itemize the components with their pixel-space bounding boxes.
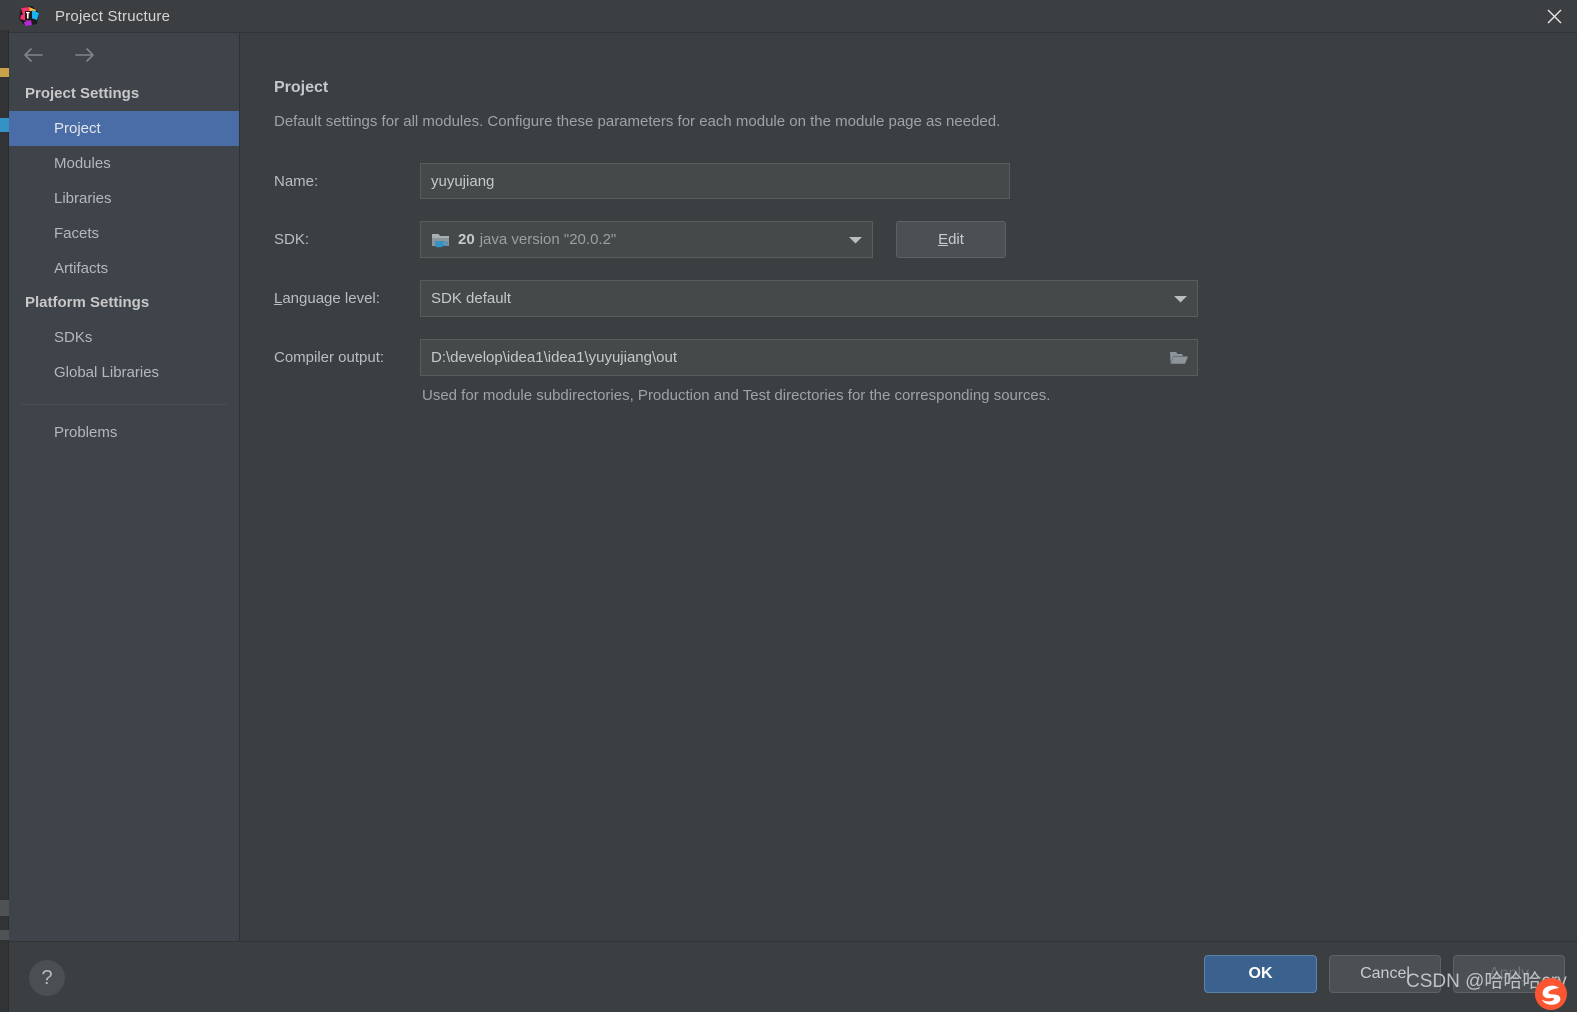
language-level-label: Language level: xyxy=(274,290,380,307)
background-window-edge xyxy=(0,0,9,1012)
compiler-output-hint-row: Used for module subdirectories, Producti… xyxy=(274,387,1577,404)
project-structure-dialog: Project Structure Project Settings Proje… xyxy=(0,0,1577,1012)
sidebar-item-project[interactable]: Project xyxy=(9,111,239,146)
java-sdk-folder-icon xyxy=(431,231,451,249)
language-level-row: Language level: SDK default xyxy=(274,280,1577,317)
sidebar-item-artifacts[interactable]: Artifacts xyxy=(9,251,239,286)
apply-button: Apply xyxy=(1453,955,1565,993)
sidebar-item-label: Modules xyxy=(54,155,111,172)
chevron-down-icon xyxy=(849,231,862,249)
help-button-label: ? xyxy=(41,966,53,989)
sidebar-item-facets[interactable]: Facets xyxy=(9,216,239,251)
close-icon[interactable] xyxy=(1531,0,1577,32)
page-title: Project xyxy=(274,79,329,96)
settings-sidebar: Project Settings Project Modules Librari… xyxy=(9,33,240,941)
footer-button-group: OK Cancel Apply xyxy=(1204,955,1565,993)
sidebar-group-project-settings: Project Settings xyxy=(25,85,140,102)
sidebar-divider xyxy=(21,404,227,405)
arrow-right-icon[interactable] xyxy=(73,43,97,67)
page-description: Default settings for all modules. Config… xyxy=(274,113,1001,130)
question-mark-icon[interactable]: ? xyxy=(29,960,65,996)
project-settings-panel: Project Default settings for all modules… xyxy=(241,33,1577,941)
compiler-output-row: Compiler output: D:\develop\idea1\idea1\… xyxy=(274,339,1577,376)
dialog-body: Project Settings Project Modules Librari… xyxy=(9,32,1577,941)
compiler-output-hint: Used for module subdirectories, Producti… xyxy=(422,387,1051,404)
sidebar-item-libraries[interactable]: Libraries xyxy=(9,181,239,216)
sidebar-item-label: Global Libraries xyxy=(54,364,160,381)
sidebar-item-label: Artifacts xyxy=(54,260,109,277)
sdk-description: java version "20.0.2" xyxy=(479,231,617,248)
sidebar-group-platform-settings: Platform Settings xyxy=(25,294,150,311)
name-row: Name: yuyujiang xyxy=(274,163,1577,199)
navigation-arrows xyxy=(9,33,239,77)
cancel-button[interactable]: Cancel xyxy=(1329,955,1441,993)
intellij-idea-icon xyxy=(19,6,39,26)
language-level-value: SDK default xyxy=(431,290,512,307)
sidebar-item-label: Facets xyxy=(54,225,100,242)
sdk-row: SDK: 20 java version "20.0.2" E dit xyxy=(274,221,1577,258)
window-title: Project Structure xyxy=(55,7,171,25)
sidebar-item-label: Problems xyxy=(54,424,118,441)
chevron-down-icon xyxy=(1174,290,1187,308)
name-input[interactable]: yuyujiang xyxy=(420,163,1010,199)
sidebar-item-label: SDKs xyxy=(54,329,93,346)
compiler-output-input[interactable]: D:\develop\idea1\idea1\yuyujiang\out xyxy=(420,339,1198,376)
language-level-dropdown[interactable]: SDK default xyxy=(420,280,1198,317)
sidebar-item-problems[interactable]: Problems xyxy=(9,415,239,450)
dialog-footer: ? OK Cancel Apply xyxy=(9,941,1577,1012)
sidebar-item-label: Project xyxy=(54,120,101,137)
sdk-dropdown[interactable]: 20 java version "20.0.2" xyxy=(420,221,873,258)
name-label: Name: xyxy=(274,172,319,190)
sdk-label: SDK: xyxy=(274,231,310,248)
compiler-output-label: Compiler output: xyxy=(274,349,385,366)
sidebar-item-sdks[interactable]: SDKs xyxy=(9,320,239,355)
sidebar-item-label: Libraries xyxy=(54,190,112,207)
sdk-edit-button[interactable]: Edit xyxy=(896,221,1006,258)
sdk-version: 20 xyxy=(458,231,475,248)
name-input-value: yuyujiang xyxy=(431,172,495,190)
ok-button[interactable]: OK xyxy=(1204,955,1317,993)
arrow-left-icon[interactable] xyxy=(21,43,45,67)
sidebar-item-modules[interactable]: Modules xyxy=(9,146,239,181)
compiler-output-value: D:\develop\idea1\idea1\yuyujiang\out xyxy=(431,349,678,366)
folder-open-icon[interactable] xyxy=(1165,344,1193,372)
sidebar-item-global-libraries[interactable]: Global Libraries xyxy=(9,355,239,390)
title-bar: Project Structure xyxy=(9,0,1577,32)
